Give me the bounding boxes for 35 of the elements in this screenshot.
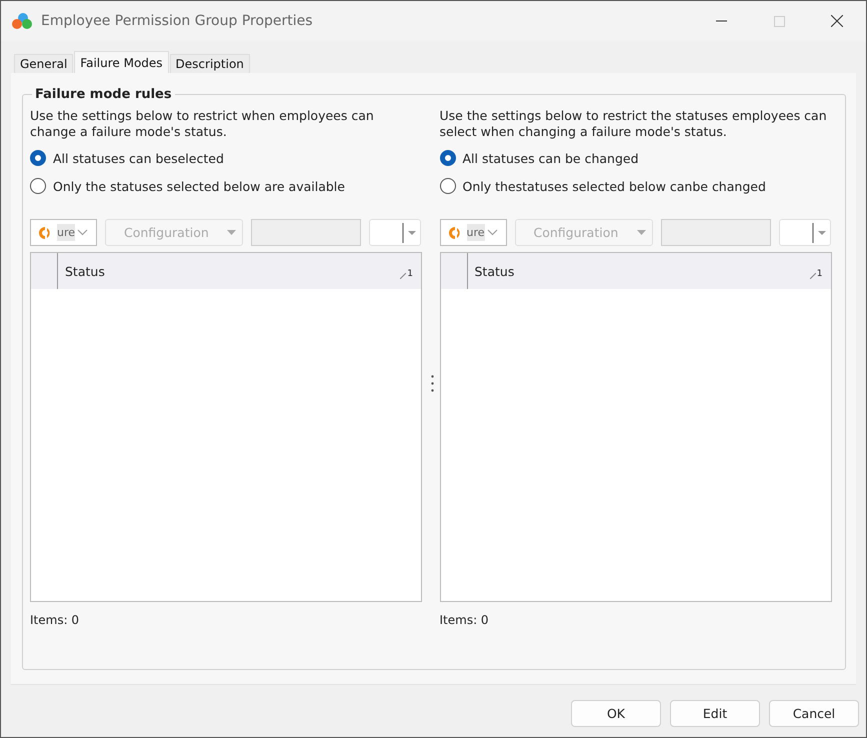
chevron-down-icon xyxy=(77,229,88,236)
dialog-button[interactable]: Cancel xyxy=(769,700,859,726)
window-title: Employee Permission Group Properties xyxy=(41,13,314,29)
item-count: Items: 0 xyxy=(440,613,490,627)
tab[interactable]: General xyxy=(14,54,74,73)
small-dropdown[interactable] xyxy=(778,219,830,246)
dialog-button[interactable]: OK xyxy=(571,700,661,726)
small-dropdown[interactable] xyxy=(369,219,421,246)
dialog-button[interactable]: Edit xyxy=(670,700,760,726)
close-icon xyxy=(831,15,843,27)
logo-dropdown[interactable]: ure xyxy=(30,219,97,246)
radio-option[interactable]: Only thestatuses selected below canbe changed xyxy=(440,172,835,200)
instruction-text: Use the settings below to restrict the statuses employees can select when changing a failure mode's status. xyxy=(440,108,828,140)
caret-icon xyxy=(636,230,646,235)
sort-icon xyxy=(400,273,406,279)
radio-option[interactable]: All statuses can be changed xyxy=(440,144,835,172)
item-count: Items: 0 xyxy=(30,613,80,627)
chevron-down-icon xyxy=(486,229,498,236)
caret-icon xyxy=(227,230,236,235)
radio-option[interactable]: All statuses can beselected xyxy=(30,144,426,172)
radio-option[interactable]: Only the statuses selected below are available xyxy=(30,172,426,200)
radio-icon[interactable] xyxy=(30,178,46,194)
tab[interactable]: Failure Modes xyxy=(74,51,169,73)
splitter-handle-icon[interactable] xyxy=(431,375,434,392)
group-title: Failure mode rules xyxy=(34,87,173,102)
logo-dropdown[interactable]: ure xyxy=(440,219,506,246)
radio-icon[interactable] xyxy=(440,178,456,194)
radio-icon[interactable] xyxy=(440,150,456,166)
radio-icon[interactable] xyxy=(30,150,46,166)
tab[interactable]: Description xyxy=(170,54,250,73)
instruction-text: Use the settings below to restrict when employees can change a failure mode's status. xyxy=(30,108,375,140)
maximize-icon xyxy=(774,16,784,26)
app-icon xyxy=(11,12,33,30)
minimize-icon xyxy=(716,20,726,22)
sort-icon xyxy=(810,273,816,279)
